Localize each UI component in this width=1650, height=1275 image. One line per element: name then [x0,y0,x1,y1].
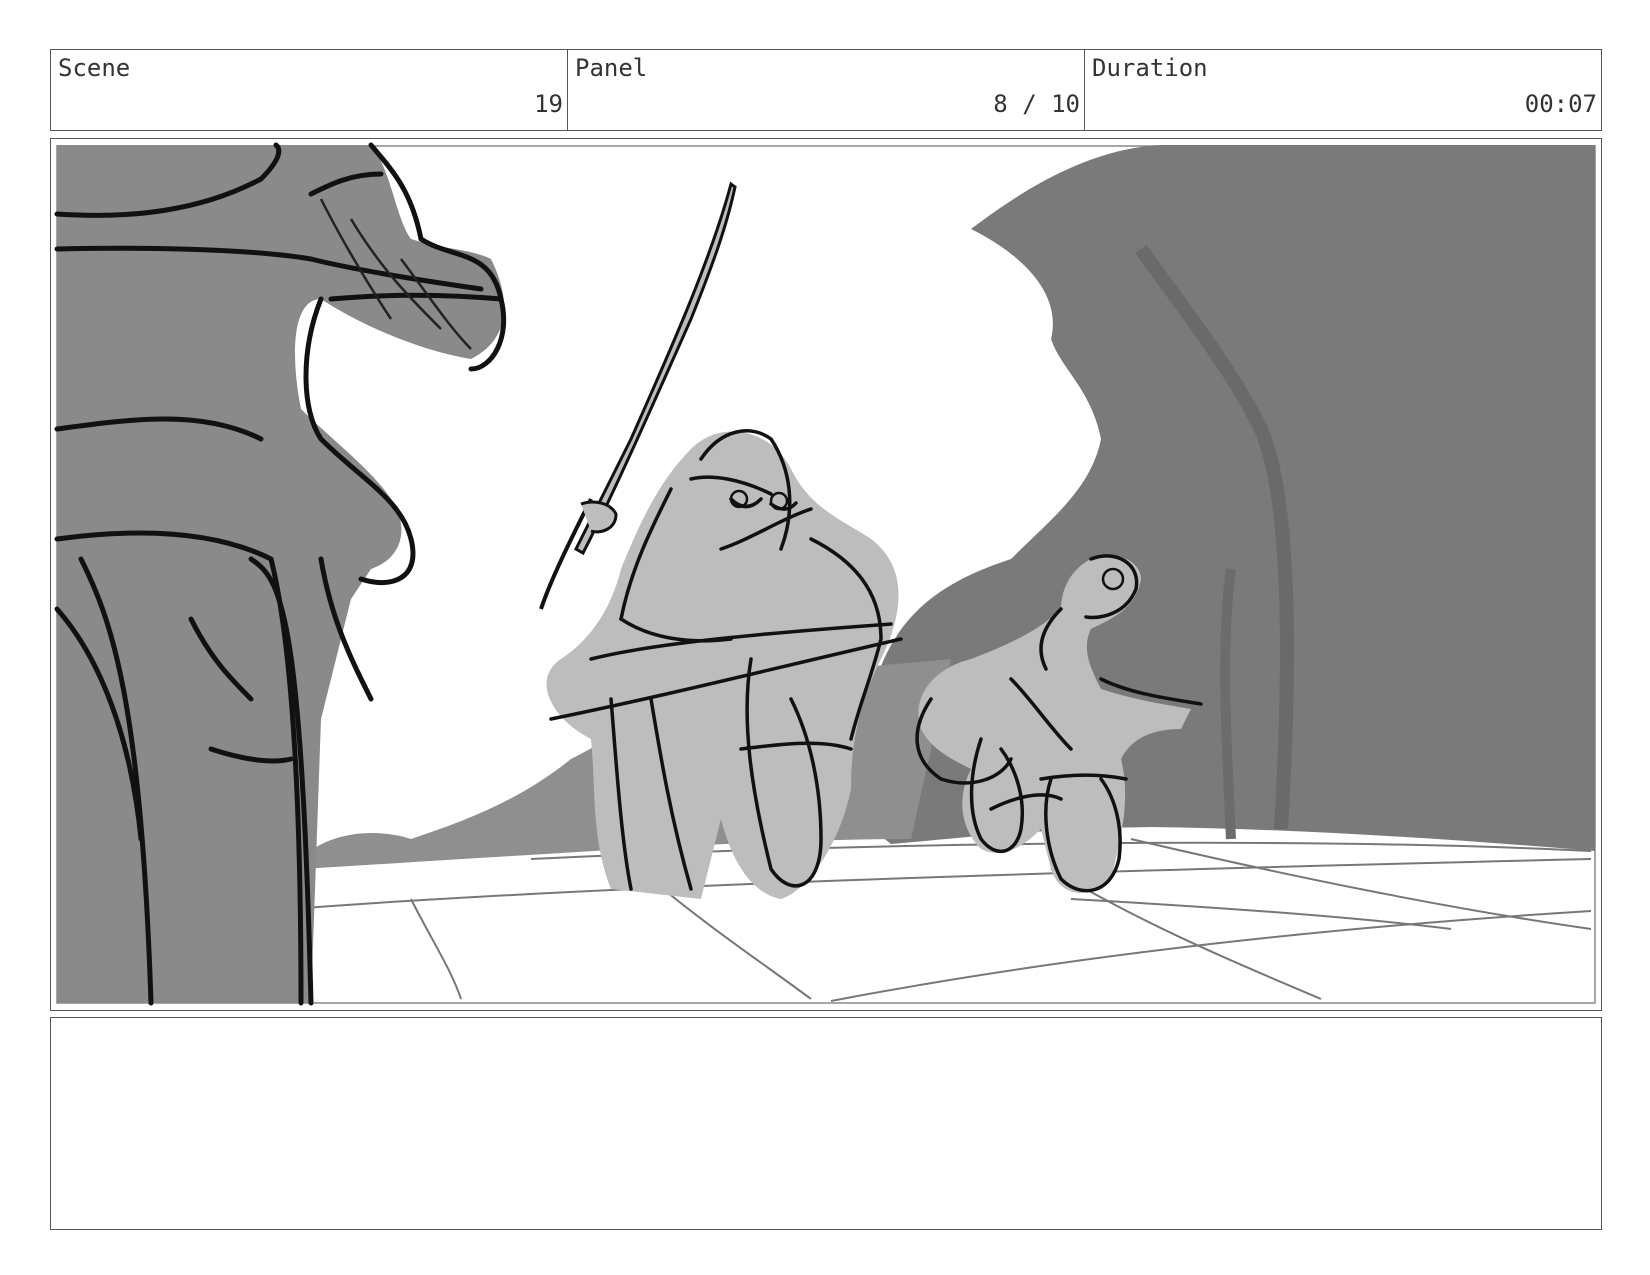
panel-header: Scene 19 Panel 8 / 10 Duration 00:07 [50,49,1602,131]
duration-label: Duration [1092,54,1208,82]
foreground-rider [57,145,505,1003]
panel-label: Panel [575,54,648,82]
panel-number: 8 / 10 [993,90,1080,118]
scene-number: 19 [534,90,563,118]
storyboard-sketch [54,142,1596,1006]
notes-box[interactable] [50,1017,1602,1230]
duration-value: 00:07 [1524,90,1597,118]
scene-cell: Scene 19 [51,50,568,130]
scene-label: Scene [58,54,131,82]
duration-cell: Duration 00:07 [1085,50,1601,130]
panel-cell: Panel 8 / 10 [568,50,1085,130]
storyboard-panel [50,138,1602,1011]
